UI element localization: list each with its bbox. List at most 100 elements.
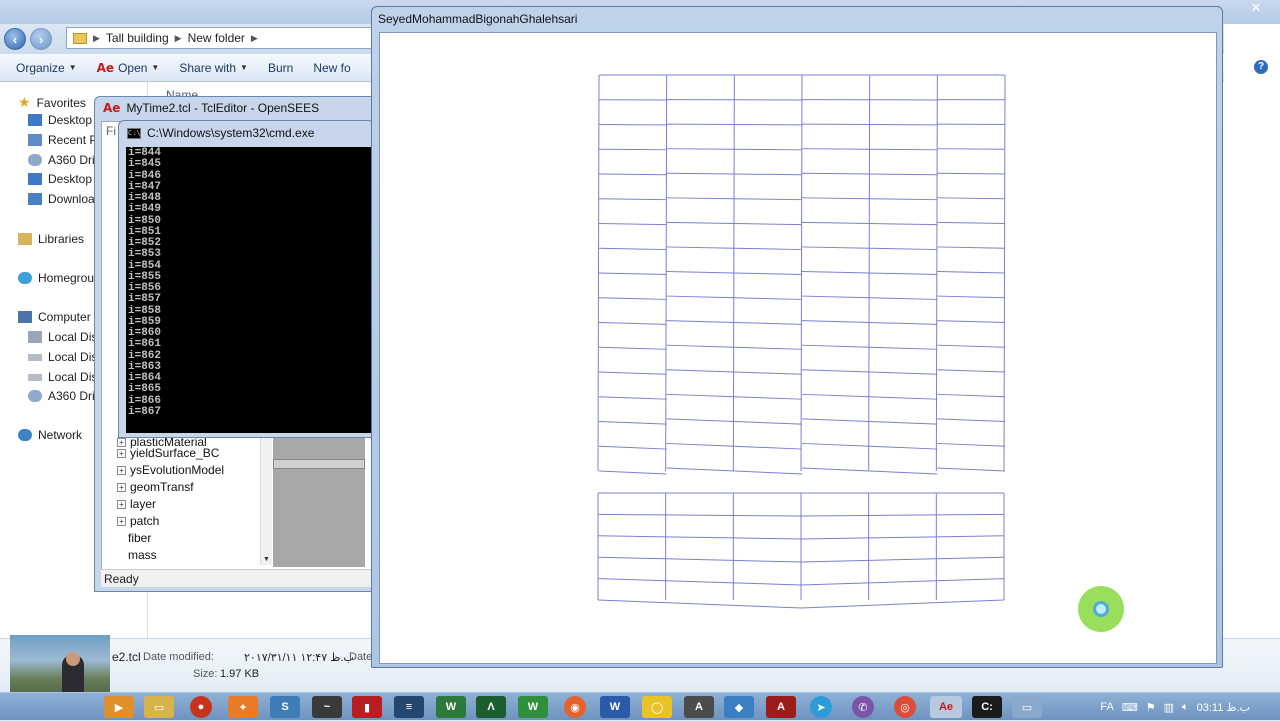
nav-recent-places[interactable]: Recent Pl xyxy=(28,133,100,147)
share-with-button[interactable]: Share with▼ xyxy=(179,61,248,75)
desktop-icon xyxy=(28,173,42,185)
burn-button[interactable]: Burn xyxy=(268,61,293,75)
forward-arrow-icon[interactable]: › xyxy=(30,28,52,50)
taskbar-viber-icon[interactable]: ✆ xyxy=(852,696,874,718)
beam xyxy=(734,446,802,449)
tree-item[interactable]: +layer xyxy=(117,497,156,511)
taskbar-acrobat-icon[interactable]: A xyxy=(766,696,796,718)
taskbar-explorer-icon[interactable]: ▭ xyxy=(144,696,174,718)
detail-date-modified-value: ۲۰۱۷/۳۱/۱۱ ب.ظ ۱۲:۴۷ xyxy=(244,651,354,664)
taskbar-app-icon[interactable]: Λ xyxy=(476,696,506,718)
cmd-titlebar[interactable]: C:\ C:\Windows\system32\cmd.exe xyxy=(119,121,375,145)
console-line: i=853 xyxy=(128,249,375,260)
open-button[interactable]: AeOpen▼ xyxy=(97,61,160,75)
breadcrumb-item[interactable]: New folder xyxy=(188,31,245,45)
address-box[interactable]: ▶ Tall building ▶ New folder ▶ xyxy=(66,27,386,49)
nav-network[interactable]: Network xyxy=(18,428,82,442)
taskbar-app-icon[interactable]: S xyxy=(270,696,300,718)
taskbar-app-icon[interactable]: A xyxy=(684,696,714,718)
beam xyxy=(802,247,870,248)
beam xyxy=(870,149,938,150)
help-icon[interactable]: ? xyxy=(1254,60,1268,74)
nav-a360-drive-2[interactable]: A360 Driv xyxy=(28,389,101,403)
expand-icon[interactable]: + xyxy=(117,483,126,492)
taskbar-app-icon[interactable]: W xyxy=(436,696,466,718)
expand-icon[interactable]: + xyxy=(117,449,126,458)
nav-favorites[interactable]: ★Favorites xyxy=(18,94,86,111)
taskbar-recorder-icon[interactable]: ● xyxy=(190,696,212,718)
taskbar-media-icon[interactable]: ▶ xyxy=(104,696,134,718)
opensees-window[interactable]: SeyedMohammadBigonahGhalehsari xyxy=(371,6,1223,668)
beam xyxy=(734,397,802,399)
nav-libraries[interactable]: Libraries xyxy=(18,232,84,246)
console-line: i=851 xyxy=(128,227,375,238)
organize-button[interactable]: Organize▼ xyxy=(16,61,77,75)
taskbar-app-icon[interactable]: ◆ xyxy=(724,696,754,718)
taskbar-app-icon[interactable]: ≡ xyxy=(394,696,424,718)
tree-item[interactable]: mass xyxy=(117,548,157,562)
taskbar-app-icon[interactable]: W xyxy=(518,696,548,718)
expand-icon[interactable]: + xyxy=(117,466,126,475)
cmd-window[interactable]: C:\ C:\Windows\system32\cmd.exe i=844 i=… xyxy=(118,120,374,438)
tcl-editor-titlebar[interactable]: Ae MyTime2.tcl - TclEditor - OpenSEES xyxy=(95,97,385,119)
editor-splitter[interactable] xyxy=(273,459,365,469)
taskbar-app-icon[interactable]: ◯ xyxy=(642,696,672,718)
taskbar-app-icon[interactable]: ▮ xyxy=(352,696,382,718)
taskbar-word-icon[interactable]: W xyxy=(600,696,630,718)
taskbar-firefox-icon[interactable]: ◉ xyxy=(564,696,586,718)
taskbar-cmd-icon[interactable]: C: xyxy=(972,696,1002,718)
nav-downloads[interactable]: Download xyxy=(28,192,101,206)
beam xyxy=(802,149,870,150)
nav-homegroup[interactable]: Homegrou xyxy=(18,271,94,285)
beam xyxy=(802,321,870,323)
beam xyxy=(598,600,666,603)
tree-item[interactable]: +yieldSurface_BC xyxy=(117,446,219,460)
beam xyxy=(802,198,870,199)
network-tray-icon[interactable]: ▥ xyxy=(1164,701,1174,714)
console-line: i=863 xyxy=(128,362,375,373)
tree-item[interactable]: fiber xyxy=(117,531,151,545)
flag-icon[interactable]: ⚑ xyxy=(1146,701,1156,714)
taskbar-chrome-icon[interactable]: ◎ xyxy=(894,696,916,718)
console-line: i=846 xyxy=(128,171,375,182)
nav-local-disk-3[interactable]: Local Disl xyxy=(28,370,100,384)
nav-computer[interactable]: Computer xyxy=(18,310,91,324)
language-indicator[interactable]: FA xyxy=(1100,701,1113,713)
tcl-menu-file[interactable]: Fi xyxy=(106,124,116,138)
taskbar-opensees-icon[interactable]: Ae xyxy=(930,696,962,718)
scroll-down-icon[interactable]: ▼ xyxy=(263,556,270,563)
nav-local-disk-2[interactable]: Local Disl xyxy=(28,350,100,364)
beam xyxy=(802,345,870,347)
console-line: i=866 xyxy=(128,396,375,407)
tree-item[interactable]: +geomTransf xyxy=(117,480,194,494)
nav-desktop[interactable]: Desktop xyxy=(28,113,92,127)
expand-icon[interactable]: + xyxy=(117,517,126,526)
clock[interactable]: 03:11 ب.ظ xyxy=(1197,701,1250,714)
taskbar-app-icon[interactable]: ✦ xyxy=(228,696,258,718)
tree-scrollbar[interactable]: ▼ xyxy=(260,437,272,565)
close-icon[interactable]: ✕ xyxy=(1245,0,1267,16)
taskbar-telegram-icon[interactable]: ➤ xyxy=(810,696,832,718)
beam xyxy=(599,248,667,249)
new-folder-button[interactable]: New fo xyxy=(313,61,350,75)
taskbar-window-icon[interactable]: ▭ xyxy=(1012,696,1042,718)
beam xyxy=(870,323,938,325)
beam xyxy=(599,397,667,399)
expand-icon[interactable]: + xyxy=(117,500,126,509)
breadcrumb-item[interactable]: Tall building xyxy=(106,31,169,45)
back-arrow-icon[interactable]: ‹ xyxy=(4,28,26,50)
nav-a360-drive[interactable]: A360 Driv xyxy=(28,153,101,167)
console-line: i=862 xyxy=(128,351,375,362)
taskbar-app-icon[interactable]: ~ xyxy=(312,696,342,718)
cmd-console[interactable]: i=844 i=845 i=846 i=847 i=848 i=849 i=85… xyxy=(126,147,375,433)
tree-item[interactable]: +patch xyxy=(117,514,159,528)
cmd-icon: C:\ xyxy=(127,128,141,139)
nav-local-disk-1[interactable]: Local Disl xyxy=(28,330,100,344)
nav-desktop-2[interactable]: Desktop xyxy=(28,172,92,186)
opensees-model-canvas[interactable] xyxy=(379,32,1217,664)
tree-item[interactable]: +ysEvolutionModel xyxy=(117,463,224,477)
cloud-icon xyxy=(28,390,42,402)
keyboard-icon[interactable]: ⌨ xyxy=(1122,701,1138,714)
volume-icon[interactable]: 🔈︎ xyxy=(1182,701,1189,714)
beam xyxy=(666,581,734,583)
